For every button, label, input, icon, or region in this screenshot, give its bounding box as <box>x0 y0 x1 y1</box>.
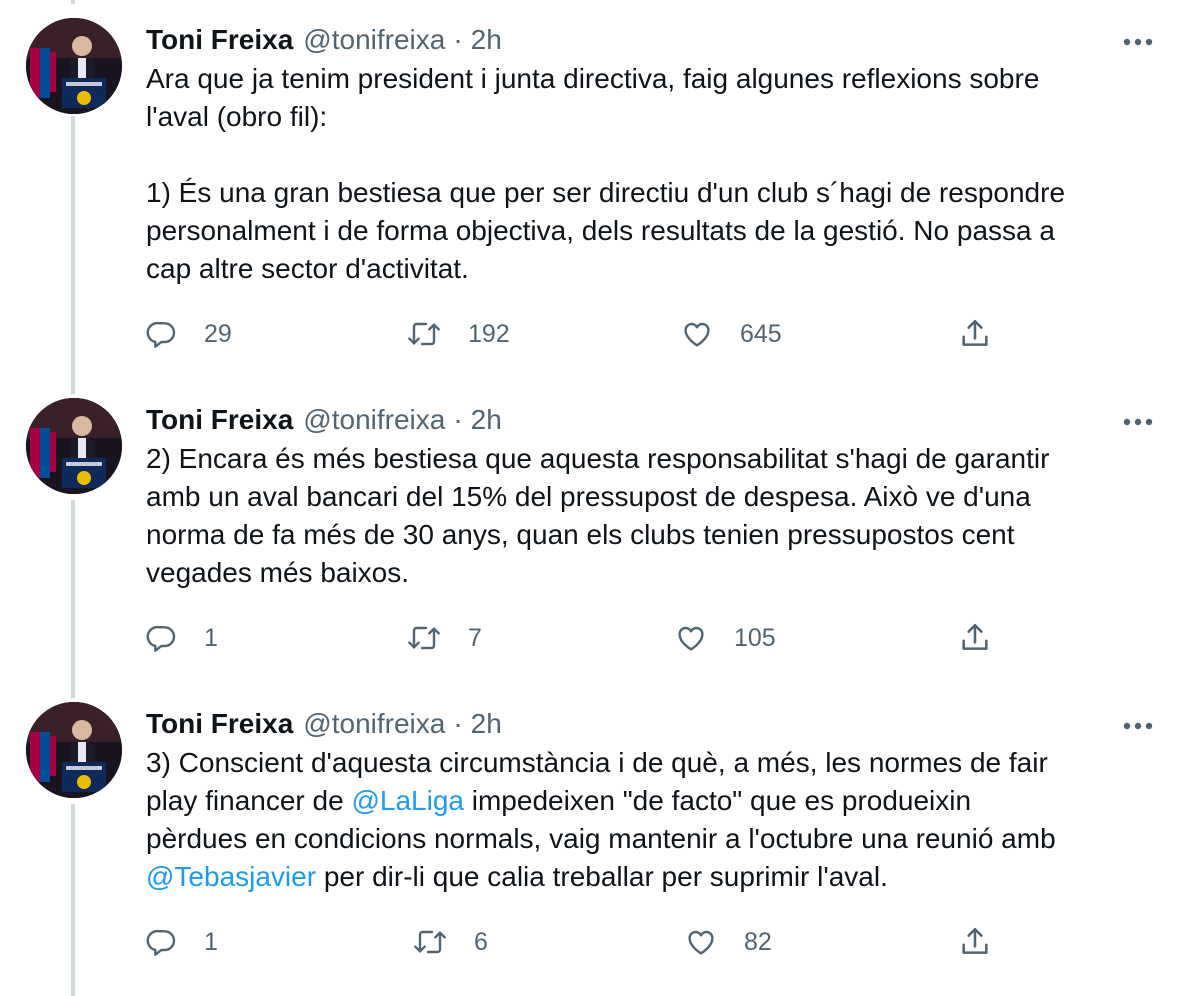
share-button[interactable] <box>958 314 992 354</box>
retweet-count: 6 <box>474 927 488 956</box>
timestamp[interactable]: 2h <box>471 20 502 60</box>
tweet-text: 3) Conscient d'aquesta circumstància i d… <box>146 744 1166 896</box>
more-button[interactable] <box>1118 30 1158 54</box>
thread-line <box>71 0 75 4</box>
tweet-text-segment: 2) Encara és més bestiesa que aquesta re… <box>146 443 1050 588</box>
reply-count: 29 <box>204 319 232 348</box>
retweet-icon <box>408 626 440 650</box>
share-icon <box>962 927 988 954</box>
author-handle[interactable]: @tonifreixa <box>303 20 445 60</box>
separator-dot: · <box>453 24 463 55</box>
tweet-header: Toni Freixa @tonifreixa · 2h <box>146 400 502 440</box>
more-button[interactable] <box>1118 410 1158 434</box>
tweet-text-segment: Ara que ja tenim president i junta direc… <box>146 63 1066 284</box>
retweet-count: 7 <box>468 623 482 652</box>
mention-link[interactable]: @LaLiga <box>351 785 464 816</box>
tweet-header: Toni Freixa @tonifreixa · 2h <box>146 20 502 60</box>
like-button[interactable]: 645 <box>680 314 782 354</box>
tweet[interactable]: Toni Freixa @tonifreixa · 2h Ara que ja … <box>0 18 1182 388</box>
mention-link[interactable]: @Tebasjavier <box>146 861 316 892</box>
tweet-text: 2) Encara és més bestiesa que aquesta re… <box>146 440 1166 592</box>
retweet-button[interactable]: 192 <box>406 314 510 354</box>
tweet-text-segment: per dir-li que calia treballar per supri… <box>316 861 888 892</box>
like-icon <box>688 930 714 955</box>
tweet-actions: 1 7 105 <box>146 618 1006 658</box>
timestamp[interactable]: 2h <box>471 400 502 440</box>
more-icon <box>1123 418 1153 426</box>
author-name[interactable]: Toni Freixa <box>146 20 293 60</box>
avatar-image <box>26 18 122 114</box>
retweet-icon <box>414 930 446 954</box>
tweet-header: Toni Freixa @tonifreixa · 2h <box>146 704 502 744</box>
tweet[interactable]: Toni Freixa @tonifreixa · 2h 3) Conscien… <box>0 702 1182 992</box>
retweet-button[interactable]: 6 <box>412 922 488 962</box>
author-handle[interactable]: @tonifreixa <box>303 704 445 744</box>
like-count: 82 <box>744 927 772 956</box>
reply-icon <box>146 625 176 652</box>
avatar-image <box>26 702 122 798</box>
reply-button[interactable]: 1 <box>146 618 218 658</box>
tweet[interactable]: Toni Freixa @tonifreixa · 2h 2) Encara é… <box>0 398 1182 698</box>
avatar[interactable] <box>26 18 122 114</box>
like-button[interactable]: 82 <box>684 922 772 962</box>
tweet-actions: 1 6 82 <box>146 922 1006 962</box>
tweet-actions: 29 192 645 <box>146 314 1006 354</box>
more-icon <box>1123 722 1153 730</box>
like-count: 645 <box>740 319 782 348</box>
like-button[interactable]: 105 <box>674 618 776 658</box>
reply-icon <box>146 929 176 956</box>
separator-dot: · <box>453 708 463 739</box>
tweet-thread: Toni Freixa @tonifreixa · 2h Ara que ja … <box>0 0 1182 996</box>
reply-count: 1 <box>204 623 218 652</box>
avatar[interactable] <box>26 398 122 494</box>
share-icon <box>962 319 988 346</box>
like-count: 105 <box>734 623 776 652</box>
share-button[interactable] <box>958 618 992 658</box>
separator-dot: · <box>453 404 463 435</box>
share-button[interactable] <box>958 922 992 962</box>
more-icon <box>1123 38 1153 46</box>
retweet-button[interactable]: 7 <box>406 618 482 658</box>
reply-count: 1 <box>204 927 218 956</box>
avatar-image <box>26 398 122 494</box>
author-name[interactable]: Toni Freixa <box>146 400 293 440</box>
timestamp[interactable]: 2h <box>471 704 502 744</box>
share-icon <box>962 623 988 650</box>
reply-icon <box>146 321 176 348</box>
reply-button[interactable]: 29 <box>146 314 232 354</box>
like-icon <box>678 626 704 651</box>
retweet-count: 192 <box>468 319 510 348</box>
more-button[interactable] <box>1118 714 1158 738</box>
author-handle[interactable]: @tonifreixa <box>303 400 445 440</box>
author-name[interactable]: Toni Freixa <box>146 704 293 744</box>
retweet-icon <box>408 322 440 346</box>
avatar[interactable] <box>26 702 122 798</box>
like-icon <box>684 322 710 347</box>
reply-button[interactable]: 1 <box>146 922 218 962</box>
tweet-text: Ara que ja tenim president i junta direc… <box>146 60 1166 288</box>
